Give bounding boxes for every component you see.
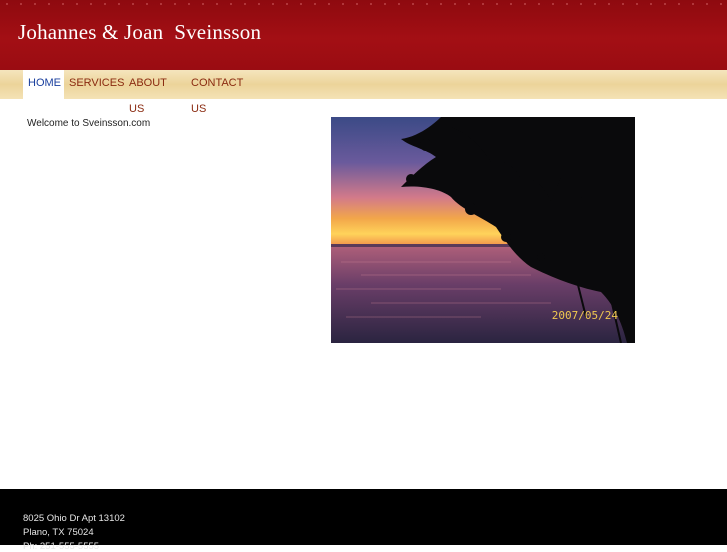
header-dot-pattern — [0, 0, 727, 8]
sunset-photo: 2007/05/24 — [331, 117, 635, 343]
photo-date-stamp: 2007/05/24 — [551, 309, 618, 322]
nav-home[interactable]: HOME — [23, 70, 64, 99]
address-line-2: Plano, TX 75024 — [23, 527, 94, 538]
nav-contact-us[interactable]: CONTACT US — [186, 70, 262, 115]
address-line-1: 8025 Ohio Dr Apt 13102 — [23, 513, 125, 524]
site-title: Johannes & Joan Sveinsson — [18, 20, 262, 44]
site-footer: 8025 Ohio Dr Apt 13102 Plano, TX 75024 P… — [0, 489, 727, 552]
nav-services[interactable]: SERVICES — [64, 70, 124, 99]
site-header: Johannes & Joan Sveinsson — [0, 0, 727, 70]
welcome-text: Welcome to Sveinsson.com — [27, 118, 151, 129]
main-navigation: HOME SERVICES ABOUT US CONTACT US — [0, 70, 727, 115]
nav-about-us[interactable]: ABOUT US — [124, 70, 186, 115]
phone-number: Ph: 251-555-5555 — [23, 541, 100, 552]
